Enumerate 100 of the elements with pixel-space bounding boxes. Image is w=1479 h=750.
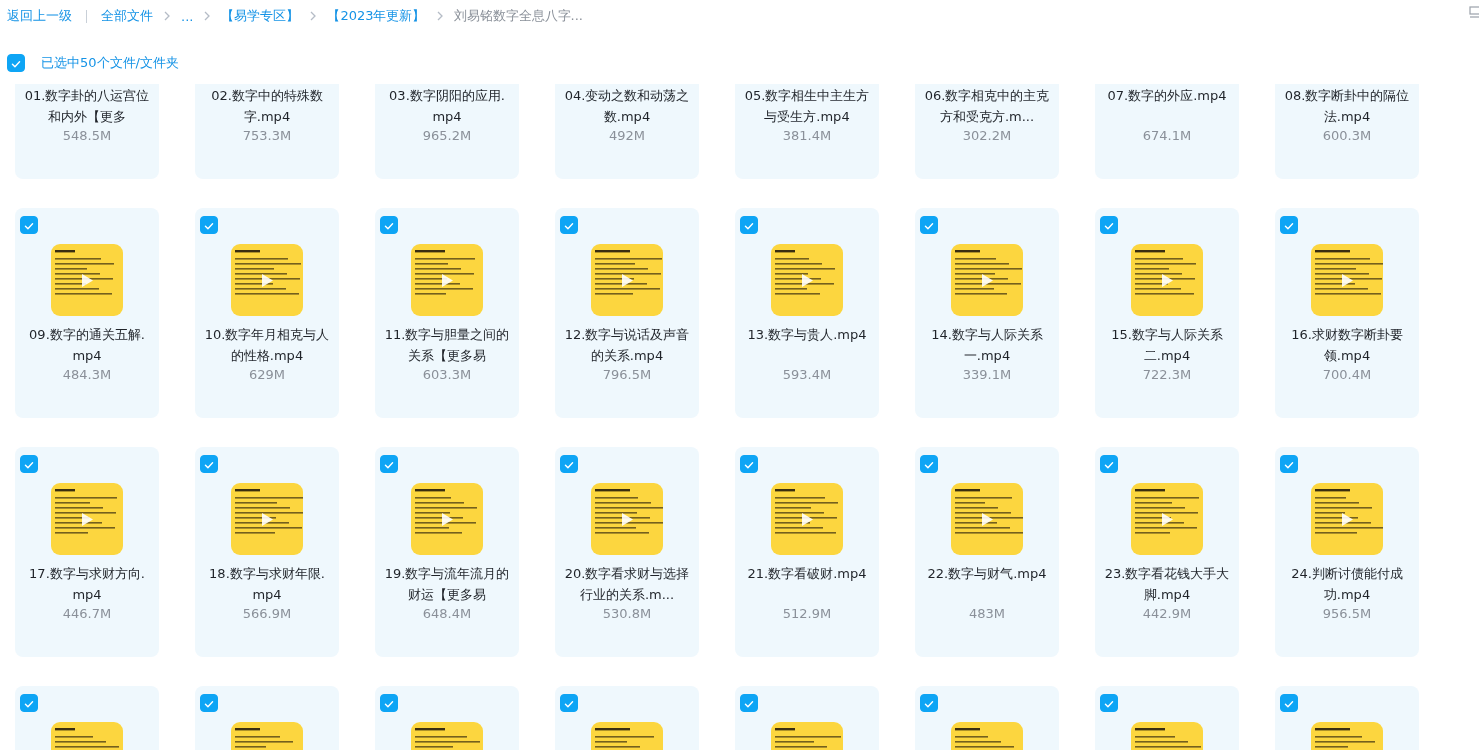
selection-count: 已选中50个文件/文件夹 — [41, 54, 179, 72]
file-name: 18.数字与求财年限.mp4 — [208, 565, 326, 604]
file-size: 603.3M — [422, 367, 472, 382]
file-name: 21.数字看破财.mp4 — [746, 565, 868, 583]
checkbox[interactable] — [380, 455, 398, 473]
file-size: 965.2M — [422, 128, 472, 143]
checkbox[interactable] — [920, 455, 938, 473]
chevron-icon — [203, 11, 212, 21]
file-name: 23.数字看花钱大手大脚.mp4 — [1103, 565, 1231, 604]
file-card[interactable]: 05.数字相生中主生方与受生方.mp4 381.4M — [735, 84, 879, 179]
file-size: 339.1M — [962, 367, 1012, 382]
file-card[interactable]: 17.数字与求财方向.mp4 446.7M — [15, 447, 159, 657]
video-thumbnail — [1131, 483, 1203, 555]
checkbox[interactable] — [380, 216, 398, 234]
checkbox[interactable] — [1280, 694, 1298, 712]
file-name: 20.数字看求财与选择行业的关系.m... — [563, 565, 691, 604]
chevron-icon — [163, 11, 171, 21]
file-card[interactable]: 09.数字的通关五解.mp4 484.3M — [15, 208, 159, 418]
file-card[interactable]: 06.数字相克中的主克方和受克方.m... 302.2M — [915, 84, 1059, 179]
checkbox[interactable] — [200, 694, 218, 712]
checkbox[interactable] — [200, 455, 218, 473]
file-card[interactable]: 15.数字与人际关系二.mp4 722.3M — [1095, 208, 1239, 418]
file-size: 548.5M — [62, 128, 112, 143]
video-thumbnail — [411, 483, 483, 555]
checkbox[interactable] — [20, 455, 38, 473]
file-card[interactable]: 08.数字断卦中的隔位法.mp4 600.3M — [1275, 84, 1419, 179]
checkbox[interactable] — [1100, 694, 1118, 712]
file-size: 530.8M — [602, 606, 652, 621]
video-thumbnail — [1311, 244, 1383, 316]
file-name: 06.数字相克中的主克方和受克方.m... — [923, 87, 1051, 126]
file-size: 753.3M — [242, 128, 292, 143]
file-size: 483M — [969, 606, 1005, 621]
file-card[interactable]: 13.数字与贵人.mp4 593.4M — [735, 208, 879, 418]
checkbox[interactable] — [740, 216, 758, 234]
file-card[interactable]: 22.数字与财气.mp4 483M — [915, 447, 1059, 657]
file-name: 19.数字与流年流月的财运【更多易 — [383, 565, 511, 604]
file-card[interactable]: 16.求财数字断卦要领.mp4 700.4M — [1275, 208, 1419, 418]
file-name: 10.数字年月相克与人的性格.mp4 — [203, 326, 331, 365]
file-size: 484.3M — [62, 367, 112, 382]
file-card[interactable]: 02.数字中的特殊数字.mp4 753.3M — [195, 84, 339, 179]
file-name: 17.数字与求财方向.mp4 — [28, 565, 146, 604]
video-thumbnail — [771, 483, 843, 555]
checkbox[interactable] — [1280, 216, 1298, 234]
file-size: 629M — [249, 367, 285, 382]
checkbox[interactable] — [20, 694, 38, 712]
file-size: 600.3M — [1322, 128, 1372, 143]
file-card[interactable]: 21.数字看破财.mp4 512.9M — [735, 447, 879, 657]
video-thumbnail — [591, 483, 663, 555]
file-size: 446.7M — [62, 606, 112, 621]
checkbox[interactable] — [740, 694, 758, 712]
chevron-icon — [435, 11, 444, 21]
file-name: 09.数字的通关五解.mp4 — [28, 326, 146, 365]
file-size: 648.4M — [422, 606, 472, 621]
checkbox[interactable] — [560, 694, 578, 712]
file-card[interactable]: 23.数字看花钱大手大脚.mp4 442.9M — [1095, 447, 1239, 657]
file-name: 04.变动之数和动荡之数.mp4 — [563, 87, 691, 126]
file-card[interactable]: 03.数字阴阳的应用.mp4 965.2M — [375, 84, 519, 179]
file-card[interactable]: 04.变动之数和动荡之数.mp4 492M — [555, 84, 699, 179]
checkbox[interactable] — [920, 216, 938, 234]
file-name: 05.数字相生中主生方与受生方.mp4 — [743, 87, 871, 126]
file-name: 16.求财数字断卦要领.mp4 — [1290, 326, 1404, 365]
file-name: 08.数字断卦中的隔位法.mp4 — [1283, 87, 1411, 126]
file-card[interactable]: 18.数字与求财年限.mp4 566.9M — [195, 447, 339, 657]
checkbox[interactable] — [200, 216, 218, 234]
file-card[interactable]: 24.判断讨债能付成功.mp4 956.5M — [1275, 447, 1419, 657]
checkbox[interactable] — [1100, 455, 1118, 473]
checkbox[interactable] — [7, 54, 25, 72]
file-size: 700.4M — [1322, 367, 1372, 382]
file-card[interactable]: 19.数字与流年流月的财运【更多易 648.4M — [375, 447, 519, 657]
file-card[interactable]: 07.数字的外应.mp4 674.1M — [1095, 84, 1239, 179]
checkbox[interactable] — [1280, 455, 1298, 473]
file-card[interactable]: 12.数字与说话及声音的关系.mp4 796.5M — [555, 208, 699, 418]
file-card[interactable]: 01.数字卦的八运宫位和内外【更多 548.5M — [15, 84, 159, 179]
video-thumbnail — [1131, 244, 1203, 316]
file-size: 302.2M — [962, 128, 1012, 143]
file-name: 15.数字与人际关系二.mp4 — [1110, 326, 1224, 365]
checkbox[interactable] — [560, 455, 578, 473]
file-name: 03.数字阴阳的应用.mp4 — [388, 87, 506, 126]
checkbox[interactable] — [380, 694, 398, 712]
file-card[interactable]: 10.数字年月相克与人的性格.mp4 629M — [195, 208, 339, 418]
panel-icon[interactable] — [1469, 6, 1479, 20]
file-card[interactable]: 14.数字与人际关系一.mp4 339.1M — [915, 208, 1059, 418]
file-card[interactable]: 20.数字看求财与选择行业的关系.m... 530.8M — [555, 447, 699, 657]
file-size: 492M — [609, 128, 645, 143]
file-name: 01.数字卦的八运宫位和内外【更多 — [23, 87, 151, 126]
file-size: 512.9M — [782, 606, 832, 621]
file-name: 22.数字与财气.mp4 — [926, 565, 1048, 583]
file-size: 381.4M — [782, 128, 832, 143]
file-card[interactable]: 11.数字与胆量之间的关系【更多易 603.3M — [375, 208, 519, 418]
video-thumbnail — [951, 483, 1023, 555]
checkbox[interactable] — [560, 216, 578, 234]
file-name: 02.数字中的特殊数字.mp4 — [210, 87, 324, 126]
video-thumbnail — [51, 244, 123, 316]
file-name: 14.数字与人际关系一.mp4 — [930, 326, 1044, 365]
video-thumbnail — [771, 244, 843, 316]
checkbox[interactable] — [920, 694, 938, 712]
checkbox[interactable] — [1100, 216, 1118, 234]
checkbox[interactable] — [740, 455, 758, 473]
checkbox[interactable] — [20, 216, 38, 234]
video-thumbnail — [951, 244, 1023, 316]
